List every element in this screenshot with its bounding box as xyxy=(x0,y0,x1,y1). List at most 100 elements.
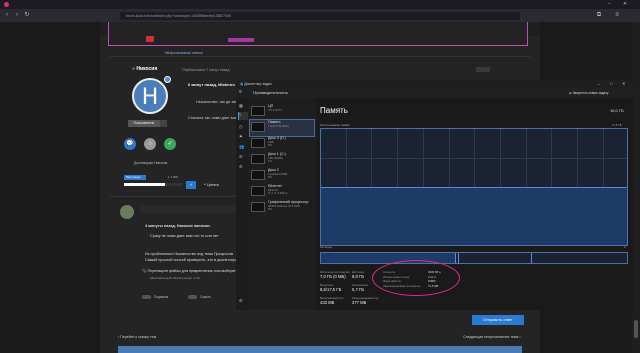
resource-subtitle: 7,0/17,5 ГБ (40%) xyxy=(268,125,289,128)
task-manager-sidebar xyxy=(236,98,248,310)
check-icon[interactable]: ✓ xyxy=(164,138,176,150)
section-title: Производительность xyxy=(253,91,288,95)
resource-name: Диск 2 xyxy=(268,168,279,172)
settings-icon[interactable]: ⚙ xyxy=(239,298,243,303)
youtube-icon[interactable] xyxy=(146,36,154,42)
editor-text-line[interactable]: Самый простой способ проверить, это в ди… xyxy=(145,258,237,262)
users-icon[interactable]: 👥 xyxy=(239,144,244,150)
submit-reply-button[interactable]: Отправить ответ xyxy=(472,315,524,325)
resource-item[interactable]: Диск 2 Съемный (USB) 0% xyxy=(250,168,314,184)
unread-replies-link[interactable]: Непрочитанные ответы xyxy=(165,51,203,55)
startup-icon[interactable]: ⚑ xyxy=(239,134,243,139)
task-manager-toolbar: ≡ Производительность ⊞ Запустить новую з… xyxy=(236,88,634,98)
add-reputation-button[interactable]: + xyxy=(186,181,196,189)
back-icon[interactable]: ‹ xyxy=(4,12,10,18)
avatar xyxy=(120,205,134,219)
hide-label: Скрыть xyxy=(200,295,211,299)
resource-name: Диск 0 (D:) xyxy=(268,136,286,140)
divider xyxy=(110,56,530,57)
maximize-icon[interactable]: □ xyxy=(610,81,612,86)
forward-icon[interactable]: › xyxy=(14,12,20,18)
resource-item[interactable]: Память 7,0/17,5 ГБ (40%) xyxy=(249,119,315,137)
resource-thumbnail xyxy=(251,186,265,196)
verified-icon xyxy=(164,76,171,83)
resource-item[interactable]: Диск 0 (D:) HDD 0% xyxy=(250,136,314,152)
footer-banner xyxy=(118,346,522,353)
resource-subtitle: Съемный (USB) 0% xyxy=(268,173,288,180)
stat-value: 5,7 ГБ xyxy=(352,287,365,292)
post-username[interactable]: ● Никосия xyxy=(132,66,157,72)
attach-area[interactable]: 📎 Перетащите файлы для прикрепления, или… xyxy=(142,269,238,273)
quote-title: 6 минут назад, Mixteron xyxy=(188,82,235,87)
attach-sub: Максимальный общий размер: 1.46 xyxy=(150,276,200,280)
resource-name: Память xyxy=(268,120,281,124)
window-title: Диспетчер задач xyxy=(244,82,272,86)
neutral-icon[interactable]: ○ xyxy=(144,138,156,150)
resource-name: Диск 1 (C:) xyxy=(268,152,286,156)
minimize-icon[interactable]: – xyxy=(598,81,600,86)
app-icon: ▣ xyxy=(240,82,244,86)
chevron-right-icon: › xyxy=(518,335,521,339)
processes-icon[interactable]: ▦ xyxy=(239,103,243,108)
task-manager-titlebar: ▣ Диспетчер задач xyxy=(236,80,634,88)
graph-axis-right: 0 xyxy=(624,246,626,249)
resource-subtitle: Ethernet О: 0 П: 0 Кбит/с xyxy=(268,189,288,196)
avatar[interactable]: H xyxy=(132,78,168,114)
tab-favicon-icon[interactable] xyxy=(4,2,9,7)
reputation-label: Репутация xyxy=(124,175,146,180)
resource-item[interactable]: Диск 1 (C:) SSD (NVMe) 1% xyxy=(250,152,314,168)
resource-thumbnail xyxy=(251,154,265,164)
resource-item[interactable]: Графический процессор NVIDIA GeForce GTX … xyxy=(250,200,314,216)
next-topic-link[interactable]: Следующая непрочитанная тема › xyxy=(463,335,521,339)
hide-toggle[interactable] xyxy=(188,295,197,299)
graph-title: Использование памяти xyxy=(320,123,351,127)
previous-post-box xyxy=(108,22,528,46)
resource-subtitle: SSD (NVMe) 1% xyxy=(268,157,283,164)
resource-thumbnail xyxy=(251,106,265,116)
medal-icon xyxy=(160,120,167,127)
editor-text-line[interactable]: Из проблемного Ньюансство под тема Проце… xyxy=(145,252,233,256)
stat-value: 8,6/17,5 ГБ xyxy=(320,287,342,292)
app-history-icon[interactable]: ◷ xyxy=(239,124,243,129)
resource-thumbnail xyxy=(251,138,265,148)
performance-icon: ⌇ xyxy=(239,112,242,117)
extension-icon[interactable]: ⧉ xyxy=(596,12,602,18)
menu-icon[interactable]: ≡ xyxy=(614,12,620,18)
close-icon[interactable]: ✕ xyxy=(622,81,625,86)
resource-name: Графический процессор xyxy=(268,200,309,204)
scrollbar-thumb[interactable] xyxy=(634,320,638,338)
close-window-icon[interactable]: ✕ xyxy=(622,1,628,7)
services-icon[interactable]: ⚙ xyxy=(239,164,243,169)
resource-item[interactable]: Ethernet Ethernet О: 0 П: 0 Кбит/с xyxy=(250,184,314,200)
stat-value: 433 МБ xyxy=(320,300,335,305)
quote-button[interactable]: ❝ Цитата xyxy=(204,183,219,187)
reputation-bar xyxy=(124,183,182,186)
reputation-value: 1 1 000 xyxy=(168,175,179,179)
hamburger-icon[interactable]: ≡ xyxy=(239,89,242,95)
tab-bar xyxy=(0,0,640,9)
resource-name: ЦП xyxy=(268,104,274,108)
subscribe-label: Подписка xyxy=(154,295,169,299)
resource-subtitle: HDD 0% xyxy=(268,141,274,148)
resource-item[interactable]: ЦП 7% 3,32 ГГц xyxy=(250,104,314,120)
reload-icon[interactable]: ↻ xyxy=(24,12,30,18)
stat-value: 377 МБ xyxy=(352,300,367,305)
details-icon[interactable]: ☰ xyxy=(239,154,243,159)
quote-header: 4 минуты назад, Никосия написал: xyxy=(145,224,211,228)
graph-axis-left: 60 секунд xyxy=(320,246,332,249)
memory-composition-bar xyxy=(320,252,628,264)
post-date: Опубликовано 7 минут назад xyxy=(182,68,230,72)
prev-topic-link[interactable]: ‹ Перейти к списку тем xyxy=(118,335,156,339)
run-task-button[interactable]: ⊞ Запустить новую задачу xyxy=(569,91,608,95)
user-role: Доставщики Никосия xyxy=(134,161,168,165)
resource-thumbnail xyxy=(251,122,265,132)
subscribe-toggle[interactable] xyxy=(142,295,151,299)
comment-icon[interactable]: 💬 xyxy=(124,138,136,150)
attachment-link[interactable] xyxy=(228,38,254,42)
user-badge: Пользователь xyxy=(128,120,160,127)
url-bar[interactable]: forum.4pda.to/forum/index.php?showtopic=… xyxy=(120,12,520,20)
report-button[interactable] xyxy=(476,67,490,72)
panel-title: Память xyxy=(320,106,348,115)
stat-value: 8,9 ГБ xyxy=(352,274,365,279)
minimize-icon[interactable]: – xyxy=(606,1,612,7)
